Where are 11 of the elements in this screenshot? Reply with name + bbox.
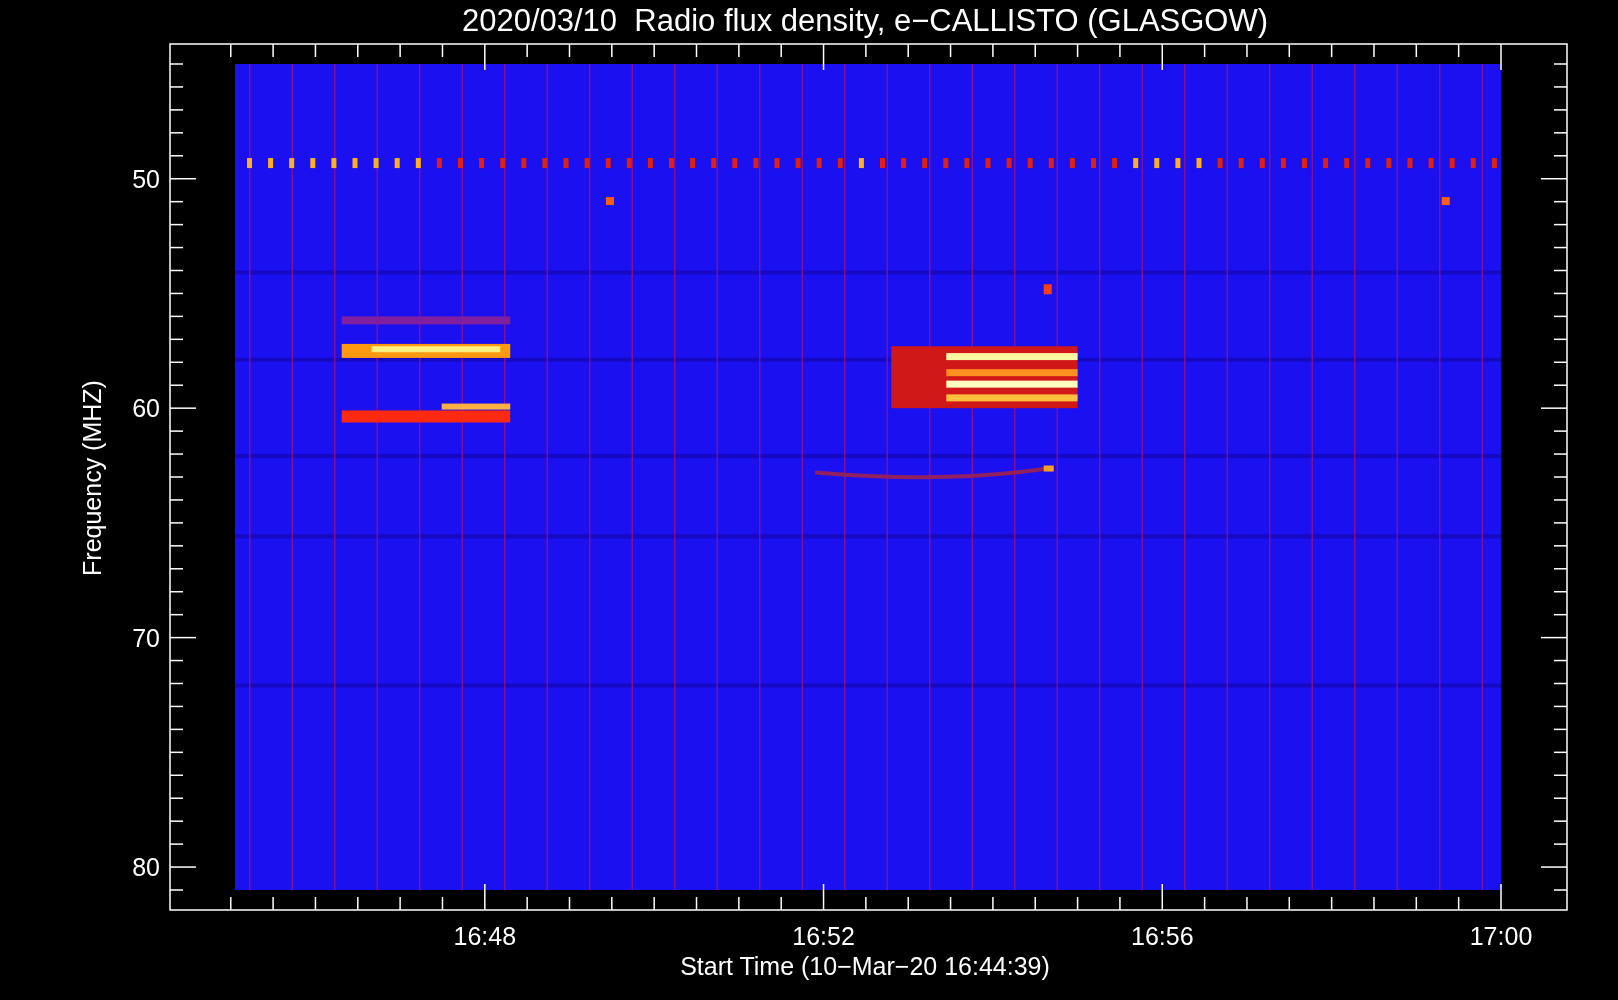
y-tick-label: 60: [132, 394, 160, 423]
y-tick-label: 80: [132, 853, 160, 882]
x-tick-label: 16:48: [453, 922, 517, 950]
x-tick-label: 16:56: [1131, 922, 1194, 950]
chart-title: 2020/03/10 Radio flux density, e−CALLISTO (GLASGOW): [461, 3, 1269, 38]
y-tick-label: 50: [132, 164, 160, 193]
x-tick-label: 17:00: [1469, 922, 1533, 950]
y-tick-label: 70: [132, 623, 160, 652]
x-axis-label: Start Time (10−Mar−20 16:44:39): [680, 952, 1050, 980]
x-tick-label: 16:52: [792, 922, 855, 950]
y-axis-label: Frequency (MHZ): [78, 380, 106, 576]
